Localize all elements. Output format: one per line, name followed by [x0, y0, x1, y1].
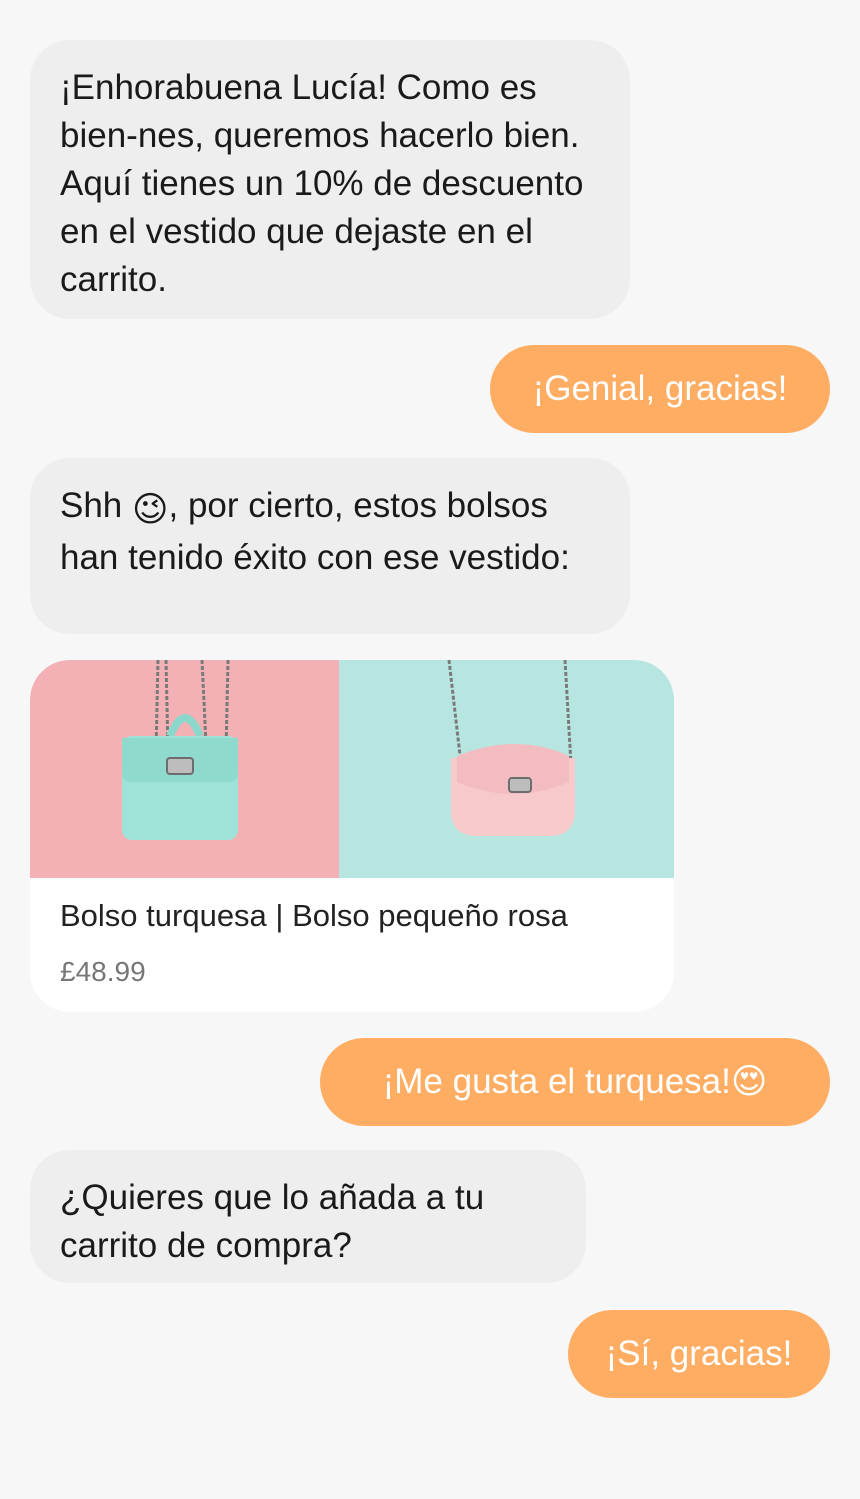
heart-eyes-emoji-icon: 😍 — [730, 1062, 768, 1101]
pink-bag-illustration — [447, 660, 575, 836]
user-message-text: ¡Me gusta el turquesa! — [382, 1062, 731, 1101]
pink-bag-image[interactable] — [339, 660, 674, 878]
product-price: £48.99 — [60, 956, 146, 987]
product-card[interactable]: Bolso turquesa | Bolso pequeño rosa £48.… — [30, 660, 674, 1012]
user-message-text: ¡Sí, gracias! — [605, 1334, 793, 1373]
wink-emoji-icon: 😉 — [132, 490, 169, 529]
user-message-confirm: ¡Sí, gracias! — [568, 1310, 830, 1398]
bot-message-suggestion: Shh 😉, por cierto, estos bolsos han teni… — [30, 458, 630, 634]
user-message-like-turquoise: ¡Me gusta el turquesa! 😍 — [320, 1038, 830, 1126]
bot-message-discount: ¡Enhorabuena Lucía! Como es bien-nes, qu… — [30, 40, 630, 319]
bot-message-text: ¿Quieres que lo añada a tu carrito de co… — [60, 1178, 485, 1265]
bot-message-text-before: Shh — [60, 486, 132, 525]
turquoise-bag-image[interactable] — [30, 660, 339, 878]
bot-message-text: ¡Enhorabuena Lucía! Como es bien-nes, qu… — [60, 68, 584, 299]
product-title: Bolso turquesa | Bolso pequeño rosa — [60, 898, 568, 933]
user-message-text: ¡Genial, gracias! — [532, 369, 788, 408]
bot-message-add-to-cart: ¿Quieres que lo añada a tu carrito de co… — [30, 1150, 586, 1283]
user-message-thanks: ¡Genial, gracias! — [490, 345, 830, 433]
turquoise-bag-illustration — [122, 660, 238, 840]
product-card-images[interactable] — [30, 660, 674, 878]
